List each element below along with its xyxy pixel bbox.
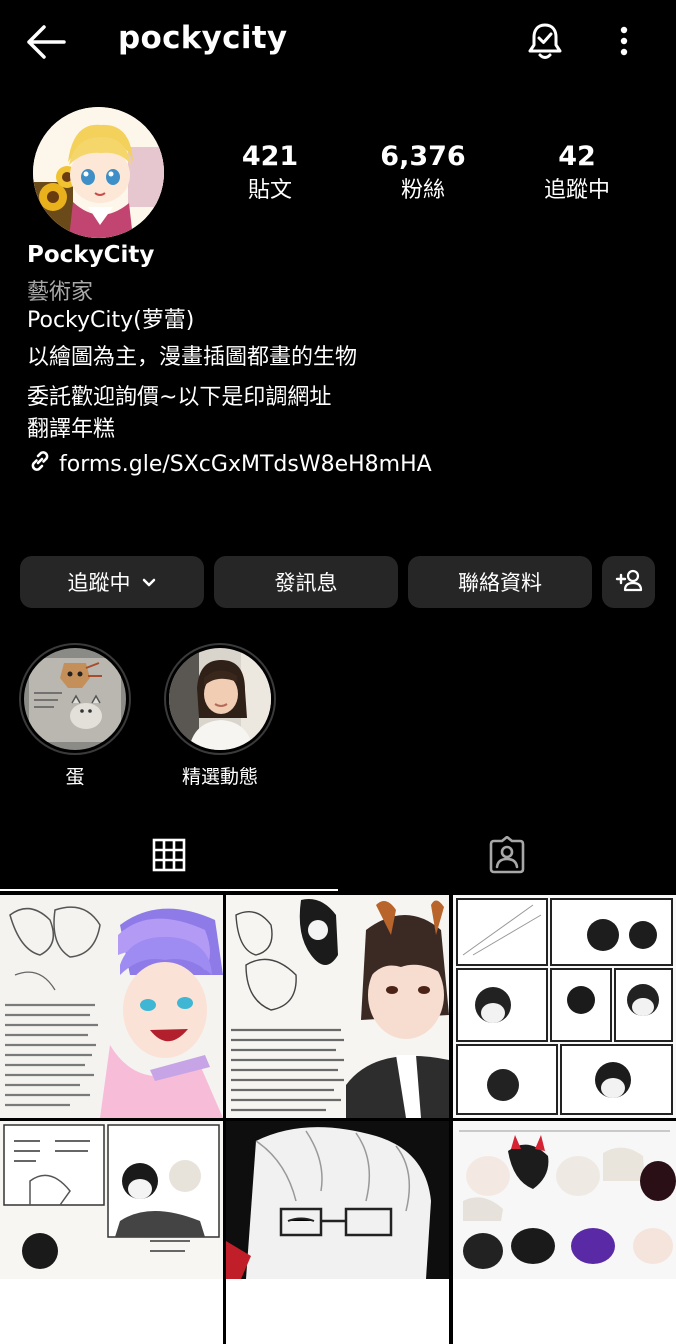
- following-count: 42: [558, 141, 596, 172]
- stat-posts[interactable]: 421 貼文: [205, 140, 335, 208]
- grid-icon: [152, 838, 186, 876]
- stat-following[interactable]: 42 追蹤中: [512, 140, 642, 208]
- posts-count: 421: [241, 141, 299, 172]
- bio-line-4: 翻譯年糕: [27, 417, 116, 442]
- post-thumbnail[interactable]: [226, 1121, 449, 1344]
- highlight-featured-label: 精選動態: [181, 766, 258, 788]
- highlight-egg[interactable]: [19, 643, 131, 755]
- post-thumbnail[interactable]: [226, 895, 449, 1118]
- bio-line-1: PockyCity(萝蕾): [27, 308, 195, 333]
- profile-username: pockycity: [118, 20, 288, 56]
- following-button-label: 追蹤中: [67, 571, 131, 595]
- contact-button[interactable]: 聯絡資料: [408, 556, 592, 608]
- message-button[interactable]: 發訊息: [214, 556, 398, 608]
- bio-link[interactable]: forms.gle/SXcGxMTdsW8eH8mHA: [27, 448, 432, 480]
- profile-avatar[interactable]: [33, 107, 164, 238]
- following-button[interactable]: 追蹤中: [20, 556, 204, 608]
- post-thumbnail[interactable]: [0, 1121, 223, 1344]
- more-options-icon[interactable]: [610, 20, 638, 62]
- highlight-featured-cover: [169, 648, 271, 750]
- bio-line-3: 委託歡迎詢價~以下是印調網址: [27, 385, 332, 410]
- post-thumbnail[interactable]: [453, 1121, 676, 1344]
- suggest-people-button[interactable]: [602, 556, 655, 608]
- stat-followers[interactable]: 6,376 粉絲: [358, 140, 488, 208]
- highlight-egg-cover: [24, 648, 126, 750]
- bio-line-2: 以繪圖為主，漫畫插圖都畫的生物: [27, 345, 358, 370]
- tab-posts-grid[interactable]: [0, 822, 338, 892]
- post-thumbnail[interactable]: [0, 895, 223, 1118]
- following-label: 追蹤中: [543, 178, 610, 203]
- post-thumbnail[interactable]: [453, 895, 676, 1118]
- message-button-label: 發訊息: [274, 571, 338, 595]
- link-icon: [27, 448, 53, 480]
- followers-label: 粉絲: [400, 178, 445, 203]
- highlight-featured[interactable]: [164, 643, 276, 755]
- bio-link-text[interactable]: forms.gle/SXcGxMTdsW8eH8mHA: [59, 452, 432, 477]
- highlight-egg-label: 蛋: [65, 766, 85, 788]
- add-person-icon: [614, 568, 644, 597]
- followers-count: 6,376: [380, 141, 466, 172]
- posts-label: 貼文: [247, 178, 292, 203]
- notification-bell-icon[interactable]: [524, 20, 566, 62]
- category-label: 藝術家: [27, 280, 94, 305]
- display-name: PockyCity: [27, 242, 155, 268]
- chevron-down-icon: [141, 570, 157, 594]
- top-bar: pockycity: [0, 0, 676, 84]
- contact-button-label: 聯絡資料: [458, 571, 542, 595]
- active-tab-indicator: [0, 889, 338, 891]
- tagged-person-icon: [488, 835, 526, 878]
- back-arrow-icon[interactable]: [24, 22, 68, 62]
- tab-tagged[interactable]: [338, 822, 676, 892]
